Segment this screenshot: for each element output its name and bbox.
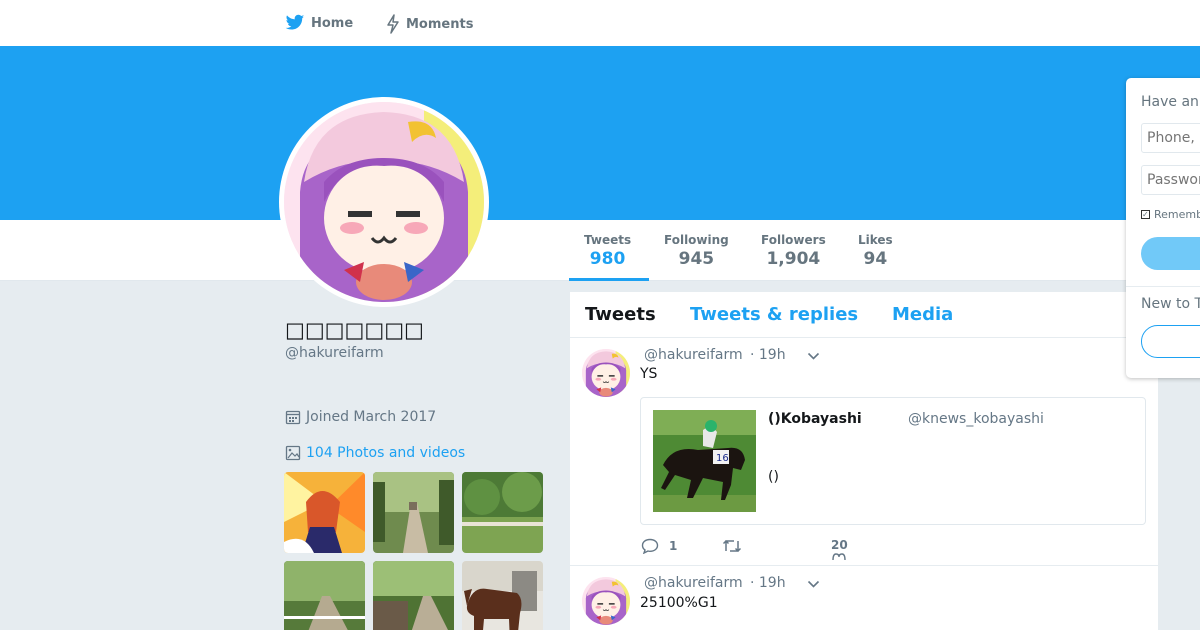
timeline: Tweets Tweets & replies Media @hakureifa… [570,292,1158,630]
horse-racing-photo: 16 [653,410,756,512]
tweet-handle[interactable]: @hakureifarm [644,347,743,363]
login-title: Have an [1141,94,1199,110]
thumbnail-image [373,561,454,630]
thumbnail-image [284,472,365,553]
lightning-icon [387,14,399,34]
nav-home-label: Home [311,15,354,31]
tweet[interactable]: @hakureifarm · 19h YS 16 ()Kobayashi @kn… [570,338,1158,566]
tweet-text: 25100%G1 [640,595,718,611]
login-dropdown: Have an ✓ Rememb New to T [1126,78,1200,378]
password-input[interactable] [1141,165,1200,195]
remember-me-label: Rememb [1154,208,1200,221]
nav-moments[interactable]: Moments [386,14,473,34]
profile-banner [0,46,1200,220]
chevron-down-icon[interactable] [807,352,820,361]
calendar-icon [285,410,301,425]
photo-thumbnail[interactable] [373,561,454,630]
tweet[interactable]: @hakureifarm · 19h 25100%G1 [570,566,1158,630]
tweet-timestamp[interactable]: · 19h [750,575,786,591]
tweet-handle[interactable]: @hakureifarm [644,575,743,591]
avatar-image [284,102,484,302]
phone-email-input[interactable] [1141,123,1200,153]
tweet-timestamp[interactable]: · 19h [750,347,786,363]
timeline-tabs: Tweets Tweets & replies Media [570,292,1158,338]
stat-following[interactable]: Following 945 [664,233,729,270]
photo-thumbnail[interactable] [284,561,365,630]
stat-value: 1,904 [766,249,821,269]
nav-home[interactable]: Home [285,14,353,32]
svg-text:16: 16 [716,453,729,464]
photo-thumbnail[interactable] [284,472,365,553]
quoted-tweet-name: ()Kobayashi [768,411,862,427]
stat-label: Followers [761,233,826,247]
login-divider [1126,286,1200,287]
stat-followers[interactable]: Followers 1,904 [761,233,826,270]
active-stat-indicator [569,278,649,281]
photo-thumbnail[interactable] [373,472,454,553]
thumbnail-image [462,561,543,630]
stat-value: 94 [863,249,888,269]
profile-handle: @hakureifarm [285,345,384,361]
tweet-avatar[interactable] [582,349,630,397]
photos-link-label: 104 Photos and videos [306,445,466,461]
remember-me[interactable]: ✓ Rememb [1141,208,1200,221]
stat-label: Tweets [584,233,632,247]
heart-icon [832,553,847,560]
avatar-image [582,349,630,397]
new-to-twitter-label: New to T [1141,296,1200,312]
bird-icon [285,14,305,30]
stat-label: Likes [858,233,893,247]
stat-label: Following [664,233,729,247]
photo-thumbnail[interactable] [462,472,543,553]
retweet-icon [722,539,742,553]
joined-date: Joined March 2017 [285,409,436,425]
thumbnail-image [284,561,365,630]
thumbnail-image [462,472,543,553]
chevron-down-icon[interactable] [807,580,820,589]
like-button[interactable]: 20 [831,538,848,560]
avatar-image [582,577,630,625]
quoted-tweet[interactable]: 16 ()Kobayashi @knews_kobayashi () [640,397,1146,525]
quoted-tweet-text: () [768,469,779,485]
quoted-tweet-image: 16 [653,410,756,512]
stat-likes[interactable]: Likes 94 [858,233,893,270]
joined-label: Joined March 2017 [306,409,437,425]
stat-value: 945 [678,249,715,269]
tweet-text: YS [640,366,658,382]
stat-tweets[interactable]: Tweets 980 [584,233,631,270]
stat-value: 980 [589,249,626,269]
profile-avatar[interactable] [279,97,489,307]
reply-count: 1 [669,539,678,553]
remember-me-checkbox[interactable]: ✓ [1141,210,1150,219]
profile-stats-bar: Tweets 980 Following 945 Followers 1,904… [0,220,1200,281]
nav-moments-label: Moments [406,16,474,32]
image-icon [285,445,301,461]
reply-icon [641,538,659,554]
display-name: □□□□□□□ [285,318,424,342]
thumbnail-image [373,472,454,553]
like-count: 20 [831,538,848,552]
retweet-button[interactable] [722,538,742,554]
tab-media[interactable]: Media [892,304,953,325]
tab-tweets[interactable]: Tweets [585,304,656,325]
tab-tweets-and-replies[interactable]: Tweets & replies [690,304,858,325]
tweet-avatar[interactable] [582,577,630,625]
top-navigation: Home Moments [0,0,1200,46]
photos-and-videos-link[interactable]: 104 Photos and videos [285,445,465,461]
sign-up-button[interactable] [1141,325,1200,358]
reply-button[interactable]: 1 [641,538,677,554]
quoted-tweet-handle: @knews_kobayashi [908,411,1044,427]
photo-thumbnail[interactable] [462,561,543,630]
log-in-button[interactable] [1141,237,1200,270]
